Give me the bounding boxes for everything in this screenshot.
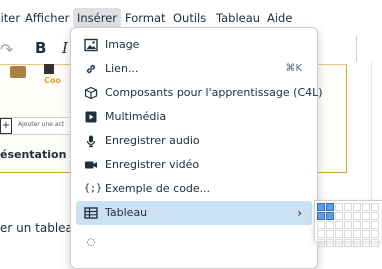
table-grid-cell[interactable] bbox=[353, 212, 361, 220]
table-grid-cell[interactable] bbox=[326, 212, 334, 220]
menu-view[interactable]: Afficher bbox=[21, 8, 73, 28]
special-char-icon: ◌ bbox=[86, 237, 96, 248]
menu-help[interactable]: Aide bbox=[263, 8, 296, 28]
table-grid-cell[interactable] bbox=[371, 203, 379, 211]
menu-item-table[interactable]: Tableau › bbox=[76, 201, 312, 225]
menu-item-label: Lien... bbox=[105, 62, 139, 75]
table-grid-cell[interactable] bbox=[353, 239, 361, 247]
bold-button[interactable]: B bbox=[35, 39, 46, 57]
table-grid-cell[interactable] bbox=[326, 230, 334, 238]
table-grid-cell[interactable] bbox=[371, 221, 379, 229]
card-title-block bbox=[44, 64, 54, 74]
menu-tools[interactable]: Outils bbox=[169, 8, 210, 28]
table-grid-cell[interactable] bbox=[371, 212, 379, 220]
menu-format[interactable]: Format bbox=[121, 8, 170, 28]
menu-item-record-video[interactable]: Enregistrer vidéo bbox=[76, 153, 312, 177]
menu-item-label: Tableau bbox=[105, 206, 148, 219]
menu-item-label: Composants pour l'apprentissage (C4L) bbox=[105, 86, 323, 99]
table-grid-cell[interactable] bbox=[317, 212, 325, 220]
shortcut-label: ⌘K bbox=[285, 63, 302, 74]
table-grid-cell[interactable] bbox=[362, 212, 370, 220]
table-grid-cell[interactable] bbox=[326, 239, 334, 247]
menu-item-code-sample[interactable]: {;} Exemple de code... bbox=[76, 177, 312, 201]
microphone-icon bbox=[84, 134, 98, 148]
menu-item-c4l[interactable]: Composants pour l'apprentissage (C4L) bbox=[76, 81, 323, 105]
table-grid-cell[interactable] bbox=[344, 212, 352, 220]
table-grid-cell[interactable] bbox=[344, 230, 352, 238]
plus-icon: + bbox=[0, 118, 12, 134]
menu-item-multimedia[interactable]: Multimédia bbox=[76, 105, 312, 129]
italic-button[interactable]: I bbox=[62, 39, 68, 57]
table-grid-cell[interactable] bbox=[326, 221, 334, 229]
redo-arrow-icon[interactable]: ↷ bbox=[0, 40, 13, 59]
menu-item-label: Enregistrer vidéo bbox=[105, 158, 200, 171]
image-icon bbox=[84, 38, 98, 52]
video-camera-icon bbox=[84, 158, 98, 172]
table-grid-cell[interactable] bbox=[353, 230, 361, 238]
table-grid-cell[interactable] bbox=[335, 203, 343, 211]
table-grid-cell[interactable] bbox=[371, 239, 379, 247]
menu-item-partial[interactable]: ◌ bbox=[76, 231, 312, 255]
table-grid-cell[interactable] bbox=[335, 221, 343, 229]
menu-item-label: Enregistrer audio bbox=[105, 134, 200, 147]
section-heading: ésentation bbox=[0, 148, 67, 161]
table-grid-cell[interactable] bbox=[344, 203, 352, 211]
card-subtitle: Coo bbox=[44, 76, 61, 85]
table-grid-cell[interactable] bbox=[335, 212, 343, 220]
menu-insert[interactable]: Insérer bbox=[73, 8, 122, 28]
table-grid-cell[interactable] bbox=[353, 203, 361, 211]
table-grid-cell[interactable] bbox=[362, 230, 370, 238]
menu-item-label: Exemple de code... bbox=[105, 182, 211, 195]
table-grid-cell[interactable] bbox=[317, 221, 325, 229]
menu-item-image[interactable]: Image bbox=[76, 33, 312, 57]
table-grid-cell[interactable] bbox=[317, 203, 325, 211]
table-grid-cell[interactable] bbox=[317, 230, 325, 238]
table-grid-cell[interactable] bbox=[344, 239, 352, 247]
toolbar-divider bbox=[356, 36, 357, 62]
body-text: er un tableau bbox=[0, 221, 81, 235]
menu-item-label: Image bbox=[105, 38, 140, 51]
table-grid-cell[interactable] bbox=[335, 230, 343, 238]
table-grid-cell[interactable] bbox=[335, 239, 343, 247]
table-icon bbox=[84, 206, 98, 220]
table-size-grid[interactable] bbox=[314, 200, 382, 247]
menu-table[interactable]: Tableau bbox=[212, 8, 264, 28]
add-activity-label: Ajouter une act bbox=[18, 121, 65, 128]
table-grid-cell[interactable] bbox=[371, 230, 379, 238]
cube-icon bbox=[84, 86, 98, 100]
chevron-right-icon: › bbox=[297, 206, 302, 220]
link-icon bbox=[84, 62, 98, 76]
table-grid-cell[interactable] bbox=[362, 239, 370, 247]
media-play-icon bbox=[84, 110, 98, 124]
table-grid-cell[interactable] bbox=[317, 239, 325, 247]
table-grid-cell[interactable] bbox=[353, 221, 361, 229]
menu-item-link[interactable]: Lien... ⌘K bbox=[76, 57, 312, 81]
table-grid-cell[interactable] bbox=[344, 221, 352, 229]
code-sample-icon: {;} bbox=[84, 183, 103, 194]
avatar bbox=[10, 66, 26, 78]
table-grid-cell[interactable] bbox=[362, 221, 370, 229]
insert-menu-dropdown: Image Lien... ⌘K Composants pour l'appre… bbox=[70, 27, 323, 269]
table-grid-cell[interactable] bbox=[326, 203, 334, 211]
menu-item-label: Multimédia bbox=[105, 110, 167, 123]
menu-item-record-audio[interactable]: Enregistrer audio bbox=[76, 129, 312, 153]
table-grid-cell[interactable] bbox=[362, 203, 370, 211]
